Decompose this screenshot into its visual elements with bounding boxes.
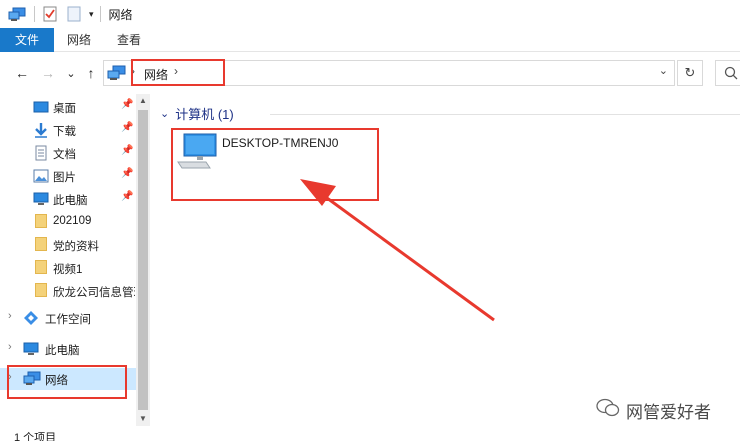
pin-icon: 📌: [121, 168, 134, 179]
pin-icon: 📌: [121, 145, 134, 156]
sidebar-item-label: 202109: [53, 215, 92, 227]
collapse-chevron-icon[interactable]: ⌄: [160, 107, 169, 120]
expand-chevron-icon[interactable]: ›: [8, 310, 12, 322]
workspace-icon: [23, 310, 39, 326]
document-icon: [33, 145, 49, 161]
picture-icon: [33, 168, 49, 184]
scroll-down-icon[interactable]: ▼: [136, 412, 150, 426]
sidebar-item-network[interactable]: › 网络: [0, 368, 136, 390]
refresh-button[interactable]: ↻: [677, 60, 703, 86]
breadcrumb-separator-icon[interactable]: ›: [131, 64, 135, 78]
sidebar-item-label: 党的资料: [53, 241, 99, 253]
scroll-thumb[interactable]: [138, 110, 148, 410]
back-arrow-icon[interactable]: ←: [14, 64, 30, 82]
item-count: 1 个项目: [14, 432, 57, 441]
computer-name: DESKTOP-TMRENJ0: [222, 136, 339, 150]
computer-icon: [23, 341, 39, 357]
sidebar-item-documents[interactable]: 文档 📌: [0, 142, 136, 164]
file-list: ⌄ 计算机 (1) DESKTOP-TMRENJ0: [150, 94, 740, 426]
scroll-up-icon[interactable]: ▲: [136, 94, 150, 108]
title-bar: ▾ 网络: [0, 0, 740, 28]
folder-icon: [33, 237, 49, 253]
sidebar-item-label: 此电脑: [45, 345, 80, 357]
computer-tile[interactable]: DESKTOP-TMRENJ0: [172, 130, 378, 200]
status-bar: 1 个项目: [0, 426, 740, 441]
sidebar-scrollbar[interactable]: ▲ ▼: [136, 94, 150, 426]
search-input[interactable]: [715, 60, 740, 86]
customize-toolbar-chevron-icon[interactable]: ▾: [89, 9, 94, 20]
address-bar[interactable]: › 网络 › ⌄: [103, 60, 675, 86]
up-arrow-icon[interactable]: ↑: [83, 64, 99, 82]
group-header-computers[interactable]: ⌄ 计算机 (1): [160, 104, 234, 123]
sidebar-item-downloads[interactable]: 下载 📌: [0, 119, 136, 141]
breadcrumb-chevron-icon[interactable]: ›: [174, 64, 178, 78]
folder-icon: [33, 214, 49, 230]
sidebar-item-desktop[interactable]: 桌面 📌: [0, 96, 136, 118]
sidebar-item-folder-xinlong[interactable]: 欣龙公司信息管理: [0, 280, 136, 302]
refresh-icon: ↻: [684, 65, 696, 80]
tab-view[interactable]: 查看: [104, 28, 154, 52]
sidebar-item-workspace[interactable]: › 工作空间: [0, 307, 136, 329]
new-folder-icon[interactable]: [65, 5, 83, 23]
sidebar-item-this-pc[interactable]: › 此电脑: [0, 338, 136, 360]
watermark: 网管爱好者: [596, 398, 711, 423]
sidebar-item-folder-party[interactable]: 党的资料: [0, 234, 136, 256]
computer-icon: [33, 191, 49, 207]
sidebar-item-label: 网络: [45, 375, 68, 387]
toolbar-divider: [34, 6, 35, 22]
network-icon: [23, 371, 41, 387]
title-divider: [99, 6, 101, 22]
sidebar-item-folder-202109[interactable]: 202109: [0, 211, 136, 233]
window-title: 网络: [108, 7, 133, 22]
address-history-chevron-icon[interactable]: ⌄: [659, 64, 668, 77]
sidebar-item-label: 工作空间: [45, 314, 91, 326]
wechat-icon: [596, 398, 620, 423]
forward-arrow-icon[interactable]: →: [40, 64, 56, 82]
network-icon: [8, 5, 26, 23]
navigation-bar: ← → ⌄ ↑ › 网络 › ⌄ ↻: [0, 52, 740, 94]
pin-icon: 📌: [121, 99, 134, 110]
breadcrumb-network[interactable]: 网络: [144, 66, 168, 83]
search-icon: [724, 66, 738, 83]
network-icon: [107, 64, 127, 85]
watermark-text: 网管爱好者: [626, 403, 711, 422]
quick-access-toolbar: ▾ 网络: [8, 0, 133, 28]
sidebar-item-this-pc-quick[interactable]: 此电脑 📌: [0, 188, 136, 210]
desktop-icon: [33, 99, 49, 115]
tab-network[interactable]: 网络: [54, 28, 104, 52]
expand-chevron-icon[interactable]: ›: [8, 371, 12, 383]
sidebar-item-label: 欣龙公司信息管理: [53, 287, 135, 299]
sidebar-item-label: 视频1: [53, 264, 83, 276]
recent-locations-chevron-icon[interactable]: ⌄: [63, 64, 79, 82]
expand-chevron-icon[interactable]: ›: [8, 341, 12, 353]
navigation-pane: 桌面 📌 下载 📌 文档 📌 图片 📌 此电脑 📌 202109 党的资料 视频…: [0, 94, 150, 426]
folder-icon: [33, 283, 49, 299]
group-divider: [270, 114, 740, 115]
pin-icon: 📌: [121, 122, 134, 133]
group-header-label: 计算机 (1): [175, 107, 234, 122]
sidebar-item-pictures[interactable]: 图片 📌: [0, 165, 136, 187]
tab-file[interactable]: 文件: [0, 28, 54, 52]
folder-icon: [33, 260, 49, 276]
sidebar-item-folder-video1[interactable]: 视频1: [0, 257, 136, 279]
download-icon: [33, 122, 49, 138]
computer-icon: [176, 132, 220, 175]
pin-icon: 📌: [121, 191, 134, 202]
ribbon-tabs: 文件 网络 查看: [0, 28, 740, 52]
properties-icon[interactable]: [41, 5, 59, 23]
